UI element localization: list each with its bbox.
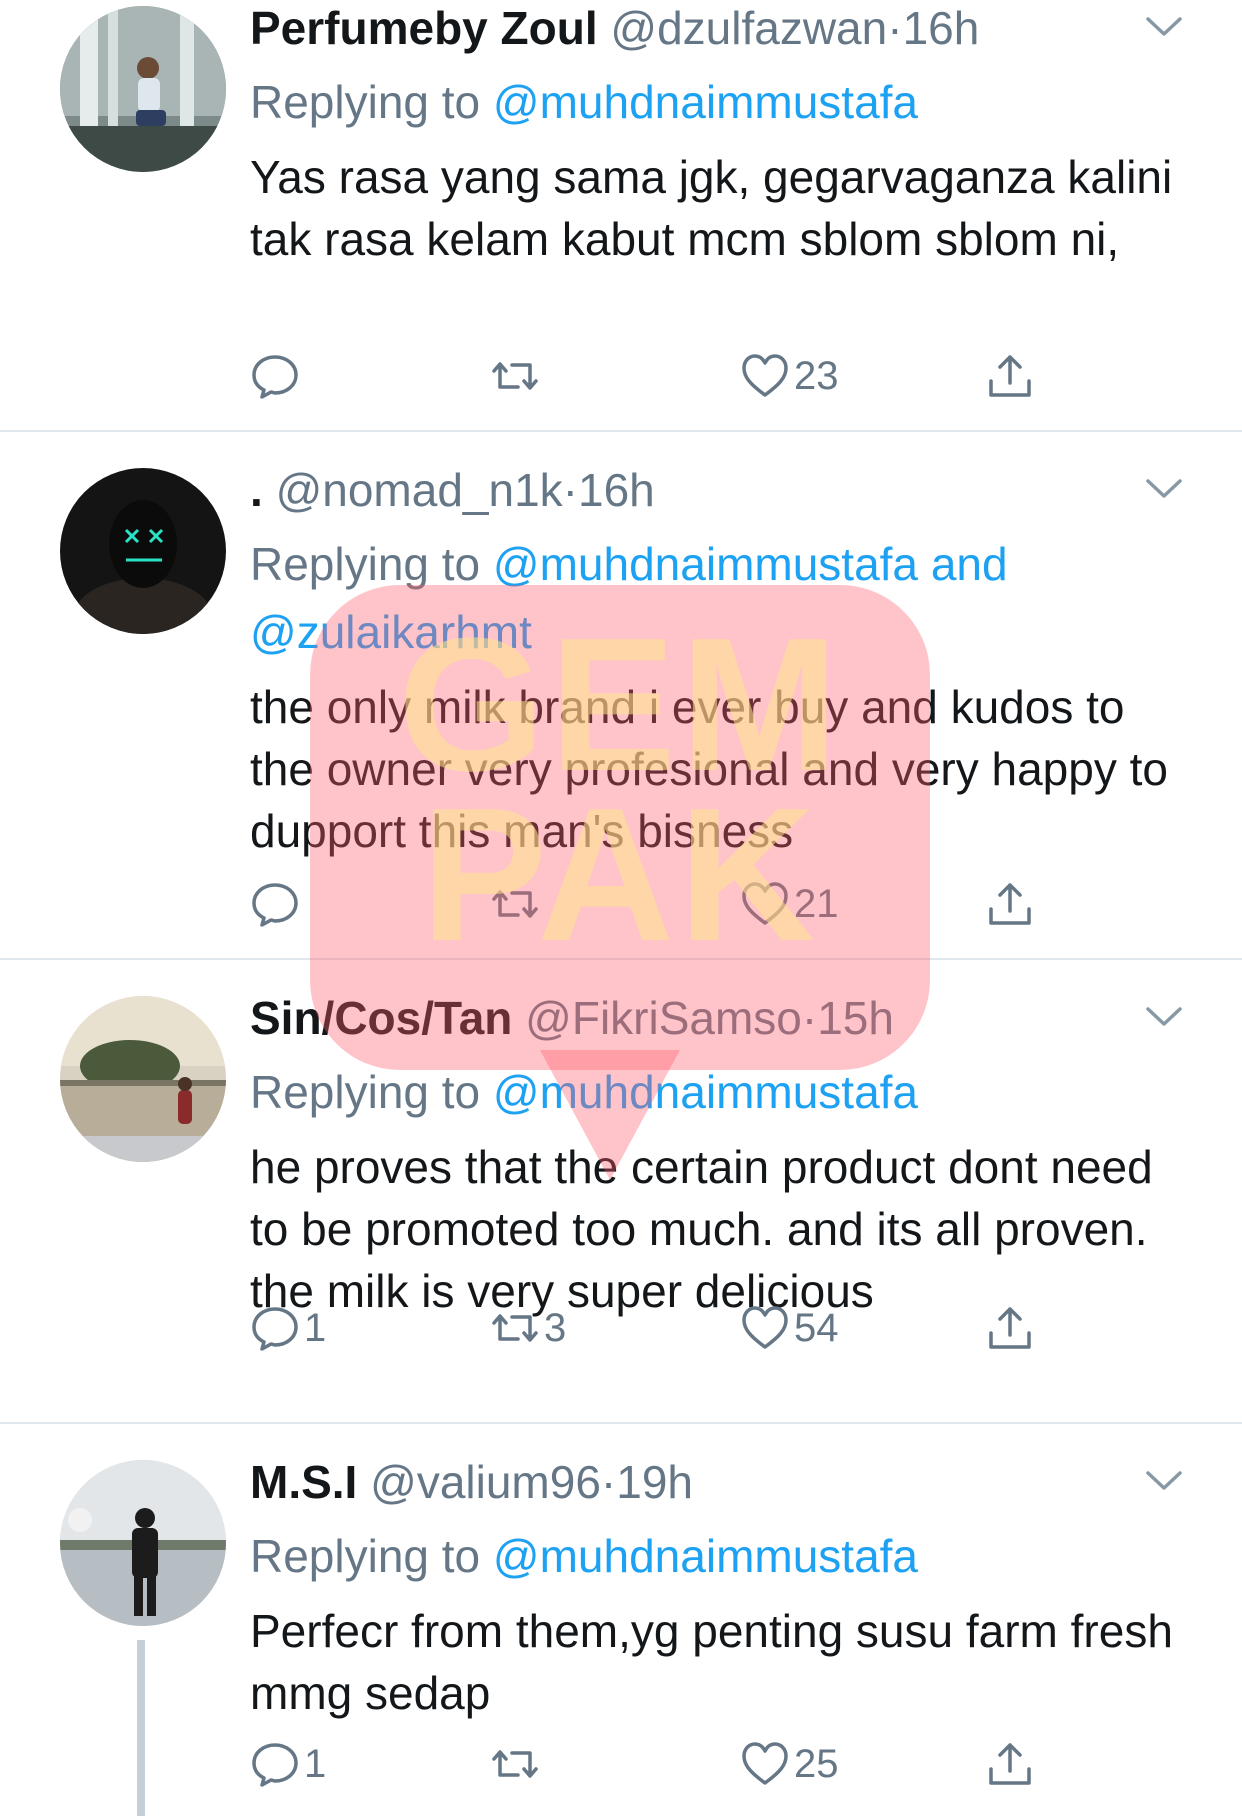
tweet-actions: 23: [250, 348, 1050, 404]
replying-to: Replying to @muhdnaimmustafa and @zulaik…: [250, 530, 1182, 666]
retweet-icon: [492, 1314, 538, 1342]
like-button[interactable]: 21: [740, 876, 839, 932]
replying-to: Replying to @muhdnaimmustafa: [250, 1058, 1182, 1126]
retweet-count: 3: [544, 1305, 567, 1350]
share-icon: [989, 355, 1031, 397]
share-icon: [989, 1743, 1031, 1785]
tweet-header: Perfumeby Zoul @dzulfazwan·16h: [250, 0, 1182, 56]
tweet-actions: 1 25: [250, 1736, 1050, 1792]
display-name[interactable]: .: [250, 464, 263, 516]
chevron-down-icon[interactable]: [1144, 1004, 1184, 1030]
avatar[interactable]: [60, 468, 226, 634]
mention-link[interactable]: @muhdnaimmustafa: [493, 538, 918, 590]
tweet-text: he proves that the certain product dont …: [250, 1141, 1153, 1317]
mention-link[interactable]: @zulaikarhmt: [250, 606, 532, 658]
tweet-header: Sin/Cos/Tan @FikriSamso·15h: [250, 990, 1182, 1046]
tweet-header: M.S.I @valium96·19h: [250, 1454, 1182, 1510]
like-button[interactable]: 25: [740, 1736, 839, 1792]
tweet-actions: 1 3 54: [250, 1300, 1050, 1356]
reply-count: 1: [304, 1741, 327, 1786]
tweet[interactable]: Perfumeby Zoul @dzulfazwan·16h Replying …: [0, 0, 1242, 432]
replying-prefix: Replying to: [250, 76, 481, 128]
like-button[interactable]: 23: [740, 348, 839, 404]
timestamp[interactable]: 15h: [817, 992, 894, 1044]
mention-and: and: [930, 538, 1008, 590]
chevron-down-icon[interactable]: [1144, 1468, 1184, 1494]
chevron-down-icon[interactable]: [1144, 476, 1184, 502]
tweet-header: . @nomad_n1k·16h: [250, 462, 1182, 518]
reply-button[interactable]: [250, 348, 304, 404]
like-count: 21: [794, 881, 839, 926]
avatar[interactable]: [60, 996, 226, 1162]
user-handle[interactable]: @valium96: [370, 1456, 601, 1508]
separator-dot: ·: [801, 992, 818, 1044]
share-button[interactable]: [985, 1300, 1035, 1356]
tweet-text: Perfecr from them,yg penting susu farm f…: [250, 1605, 1173, 1719]
share-button[interactable]: [985, 1736, 1035, 1792]
tweet-feed: Perfumeby Zoul @dzulfazwan·16h Replying …: [0, 0, 1242, 1816]
share-button[interactable]: [985, 348, 1035, 404]
tweet-text: the only milk brand i ever buy and kudos…: [250, 681, 1168, 857]
timestamp[interactable]: 16h: [903, 2, 980, 54]
display-name[interactable]: M.S.I: [250, 1456, 357, 1508]
tweet[interactable]: Sin/Cos/Tan @FikriSamso·15h Replying to …: [0, 960, 1242, 1424]
retweet-button[interactable]: [490, 876, 544, 932]
retweet-button[interactable]: [490, 1736, 544, 1792]
timestamp[interactable]: 19h: [616, 1456, 693, 1508]
share-button[interactable]: [985, 876, 1035, 932]
retweet-button[interactable]: [490, 348, 544, 404]
thread-connector-line: [137, 1640, 145, 1816]
retweet-icon: [492, 362, 538, 390]
replying-prefix: Replying to: [250, 538, 481, 590]
share-icon: [989, 1307, 1031, 1349]
reply-icon: [252, 883, 298, 927]
reply-button[interactable]: [250, 876, 304, 932]
reply-icon: [252, 1307, 298, 1351]
replying-to: Replying to @muhdnaimmustafa: [250, 68, 1182, 136]
tweet[interactable]: M.S.I @valium96·19h Replying to @muhdnai…: [0, 1424, 1242, 1816]
replying-prefix: Replying to: [250, 1530, 481, 1582]
replying-prefix: Replying to: [250, 1066, 481, 1118]
mention-link[interactable]: @muhdnaimmustafa: [493, 1066, 918, 1118]
avatar[interactable]: [60, 6, 226, 172]
display-name[interactable]: Sin/Cos/Tan: [250, 992, 512, 1044]
heart-icon: [742, 354, 788, 397]
avatar[interactable]: [60, 1460, 226, 1626]
like-count: 23: [794, 353, 839, 398]
avatar-waterfall-photo: [60, 6, 226, 172]
display-name[interactable]: Perfumeby Zoul: [250, 2, 598, 54]
like-count: 25: [794, 1741, 839, 1786]
heart-icon: [742, 882, 788, 925]
retweet-button[interactable]: 3: [490, 1300, 566, 1356]
heart-icon: [742, 1306, 788, 1349]
reply-button[interactable]: 1: [250, 1300, 326, 1356]
tweet-actions: 21: [250, 876, 1050, 932]
retweet-icon: [492, 890, 538, 918]
heart-icon: [742, 1742, 788, 1785]
tweet[interactable]: . @nomad_n1k·16h Replying to @muhdnaimmu…: [0, 432, 1242, 960]
mention-link[interactable]: @muhdnaimmustafa: [493, 1530, 918, 1582]
reply-icon: [252, 1743, 298, 1787]
tweet-text: Yas rasa yang sama jgk, gegarvaganza kal…: [250, 151, 1173, 265]
separator-dot: ·: [887, 2, 903, 54]
separator-dot: ·: [600, 1456, 617, 1508]
avatar-silhouette-photo: [60, 1460, 226, 1626]
like-button[interactable]: 54: [740, 1300, 839, 1356]
user-handle[interactable]: @nomad_n1k: [276, 464, 563, 516]
reply-count: 1: [304, 1305, 327, 1350]
avatar-neon-mask-photo: [60, 468, 226, 634]
reply-button[interactable]: 1: [250, 1736, 326, 1792]
like-count: 54: [794, 1305, 839, 1350]
share-icon: [989, 883, 1031, 925]
avatar-lake-photo: [60, 996, 226, 1162]
user-handle[interactable]: @FikriSamso: [525, 992, 802, 1044]
mention-link[interactable]: @muhdnaimmustafa: [493, 76, 918, 128]
separator-dot: ·: [562, 464, 578, 516]
reply-icon: [252, 355, 298, 399]
replying-to: Replying to @muhdnaimmustafa: [250, 1522, 1182, 1590]
chevron-down-icon[interactable]: [1144, 14, 1184, 40]
user-handle[interactable]: @dzulfazwan: [610, 2, 887, 54]
retweet-icon: [492, 1750, 538, 1778]
timestamp[interactable]: 16h: [578, 464, 655, 516]
